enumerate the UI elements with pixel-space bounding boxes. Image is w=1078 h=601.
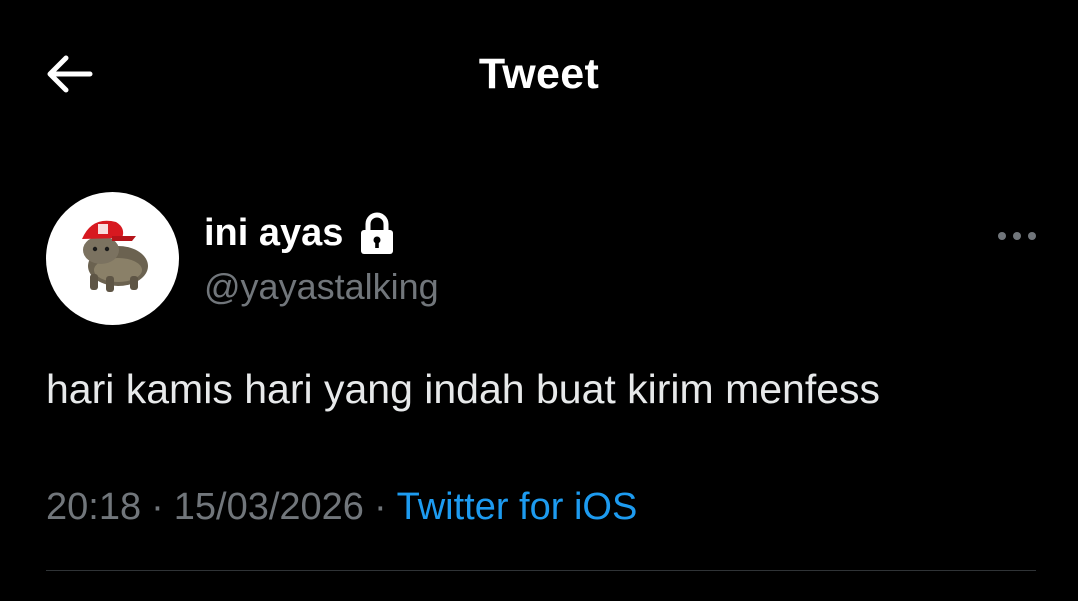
tweet-date[interactable]: 15/03/2026 bbox=[174, 486, 364, 528]
more-horizontal-icon bbox=[998, 232, 1036, 240]
separator: · bbox=[151, 486, 164, 528]
cat-with-red-cap-avatar bbox=[82, 220, 148, 292]
page-title: Tweet bbox=[478, 50, 600, 98]
divider bbox=[46, 570, 1036, 571]
top-bar: Tweet bbox=[0, 0, 1078, 150]
avatar[interactable] bbox=[46, 192, 179, 325]
author-display-name[interactable]: ini ayas bbox=[204, 212, 343, 255]
tweet-metadata: 20:18 · 15/03/2026 · Twitter for iOS bbox=[46, 486, 637, 529]
tweet-time[interactable]: 20:18 bbox=[46, 486, 141, 528]
author-handle[interactable]: @yayastalking bbox=[204, 266, 439, 308]
lock-icon bbox=[361, 212, 394, 254]
tweet-text: hari kamis hari yang indah buat kirim me… bbox=[46, 366, 881, 412]
more-options-button[interactable] bbox=[994, 222, 1040, 250]
separator: · bbox=[373, 486, 387, 528]
tweet-source-link[interactable]: Twitter for iOS bbox=[397, 486, 638, 528]
author-display-name-row[interactable]: ini ayas bbox=[204, 210, 395, 256]
